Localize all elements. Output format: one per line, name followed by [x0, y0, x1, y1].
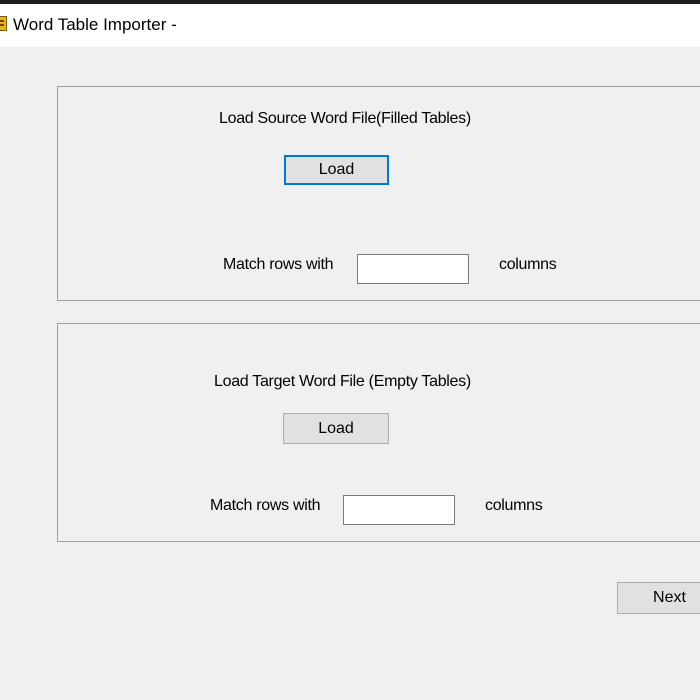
target-heading: Load Target Word File (Empty Tables)	[214, 373, 471, 390]
title-bar[interactable]: Word Table Importer -	[0, 4, 700, 47]
source-heading: Load Source Word File(Filled Tables)	[219, 110, 471, 127]
source-file-group: Load Source Word File(Filled Tables) Loa…	[57, 86, 700, 301]
source-columns-label: columns	[499, 256, 557, 273]
app-icon	[0, 16, 7, 31]
target-match-label: Match rows with	[210, 497, 321, 514]
window-title: Word Table Importer -	[13, 15, 177, 34]
load-source-button[interactable]: Load	[284, 155, 389, 185]
source-match-label: Match rows with	[223, 256, 334, 273]
load-target-button[interactable]: Load	[283, 413, 389, 444]
target-file-group: Load Target Word File (Empty Tables) Loa…	[57, 323, 700, 542]
target-columns-label: columns	[485, 497, 543, 514]
source-columns-input[interactable]	[357, 254, 469, 284]
next-button[interactable]: Next	[617, 582, 700, 614]
target-columns-input[interactable]	[343, 495, 455, 525]
